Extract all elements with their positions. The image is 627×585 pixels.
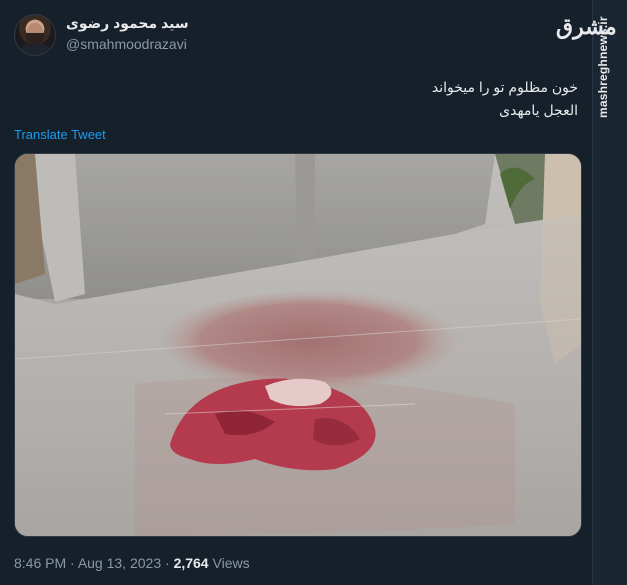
display-name[interactable]: سید محمود رضوی [66,15,189,32]
tweet-text-line-1: خون مظلوم تو را میخواند [431,79,578,95]
meta-separator: · [70,555,78,571]
tweet-card: سید محمود رضوی @smahmoodrazavi خون مظلوم… [0,0,590,585]
tweet-text: خون مظلوم تو را میخواند العجل یامهدی [178,76,578,122]
photo-image [15,154,581,536]
tweet-time[interactable]: 8:46 PM [14,555,66,571]
meta-separator: · [165,555,174,571]
watermark-site-text: mashreghnews.ir [596,16,610,118]
tweet-text-line-2: العجل یامهدی [499,102,578,118]
user-handle[interactable]: @smahmoodrazavi [66,36,187,52]
tweet-photo[interactable] [14,153,582,537]
views-count: 2,764 [173,555,209,571]
tweet-meta: 8:46 PM · Aug 13, 2023 · 2,764 Views [14,555,250,571]
views-label: Views [212,555,250,571]
translate-tweet-link[interactable]: Translate Tweet [14,127,106,142]
tweet-date[interactable]: Aug 13, 2023 [78,555,161,571]
avatar[interactable] [14,14,56,56]
